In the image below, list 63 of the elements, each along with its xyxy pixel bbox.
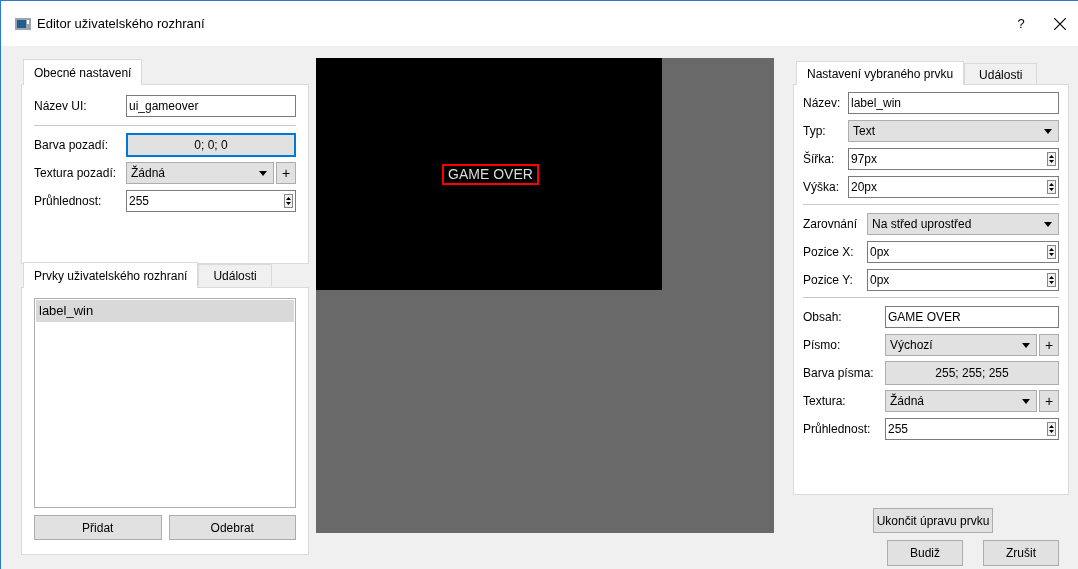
- add-button[interactable]: +: [1039, 390, 1059, 412]
- add-button[interactable]: +: [1039, 334, 1059, 356]
- field-label: Název UI:: [34, 98, 88, 115]
- dropdown[interactable]: Žádná: [885, 390, 1037, 412]
- color-button[interactable]: 0; 0; 0: [126, 133, 296, 157]
- field-label: Barva písma:: [803, 365, 875, 382]
- field-label: Průhlednost:: [34, 193, 103, 210]
- spin-arrows-icon[interactable]: [1047, 180, 1056, 194]
- button[interactable]: Přidat: [34, 515, 162, 540]
- tab[interactable]: Události: [198, 264, 272, 286]
- field-label: Textura pozadí:: [34, 165, 118, 182]
- game-label[interactable]: GAME OVER: [442, 164, 539, 185]
- spin-box[interactable]: 255: [126, 190, 296, 212]
- dropdown[interactable]: Výchozí: [885, 334, 1037, 356]
- spin-box[interactable]: 255: [885, 418, 1059, 440]
- button[interactable]: Odebrat: [168, 515, 296, 540]
- field-label: Šířka:: [803, 150, 836, 168]
- close-icon[interactable]: [1054, 17, 1066, 30]
- caret-icon: [259, 170, 267, 176]
- spin-arrows-icon[interactable]: [1047, 273, 1056, 287]
- finish-edit-button[interactable]: Ukončit úpravu prvku: [872, 508, 994, 533]
- window-title: Editor uživatelského rozhraní: [37, 14, 205, 33]
- spin-arrows-icon[interactable]: [1047, 245, 1056, 259]
- caret-icon: [1044, 128, 1052, 134]
- field-label: Písmo:: [803, 337, 842, 354]
- field-label: Výška:: [803, 179, 840, 196]
- spin-arrows-icon[interactable]: [1047, 152, 1056, 166]
- input-field[interactable]: GAME OVER: [885, 306, 1059, 328]
- field-label: Textura:: [803, 393, 847, 410]
- app-icon: [15, 17, 31, 30]
- caret-icon: [1022, 342, 1030, 348]
- list-item[interactable]: label_win: [36, 300, 294, 322]
- tab[interactable]: Obecné nastavení: [23, 59, 143, 85]
- help-button[interactable]: ?: [1006, 13, 1036, 34]
- field-label: Název:: [803, 95, 842, 112]
- dropdown[interactable]: Text: [848, 120, 1059, 142]
- dropdown[interactable]: Žádná: [126, 162, 274, 184]
- dropdown[interactable]: Na střed uprostřed: [867, 213, 1059, 235]
- spin-arrows-icon[interactable]: [284, 194, 293, 208]
- caret-icon: [1044, 221, 1052, 227]
- tab[interactable]: Nastavení vybraného prvku: [796, 61, 965, 85]
- field-label: Průhlednost:: [803, 421, 872, 438]
- color-button[interactable]: 255; 255; 255: [885, 361, 1059, 385]
- add-button[interactable]: +: [276, 162, 296, 184]
- input-field[interactable]: label_win: [848, 92, 1059, 114]
- button[interactable]: Zrušit: [983, 540, 1059, 566]
- spin-arrows-icon[interactable]: [1047, 422, 1056, 436]
- caret-icon: [1022, 398, 1030, 404]
- button[interactable]: Budiž: [887, 540, 963, 566]
- field-label: Pozice Y:: [803, 272, 854, 289]
- tab[interactable]: Události: [964, 63, 1038, 85]
- spin-box[interactable]: 0px: [867, 269, 1059, 291]
- input-field[interactable]: ui_gameover: [126, 95, 296, 117]
- field-label: Zarovnání: [803, 216, 859, 233]
- spin-box[interactable]: 97px: [848, 148, 1059, 170]
- field-label: Barva pozadí:: [34, 137, 110, 154]
- field-label: Pozice X:: [803, 244, 855, 261]
- spin-box[interactable]: 20px: [848, 176, 1059, 198]
- tab[interactable]: Prvky uživatelského rozhraní: [23, 262, 199, 288]
- spin-box[interactable]: 0px: [867, 241, 1059, 263]
- field-label: Typ:: [803, 123, 827, 140]
- element-list[interactable]: label_win: [34, 298, 296, 508]
- field-label: Obsah:: [803, 309, 843, 326]
